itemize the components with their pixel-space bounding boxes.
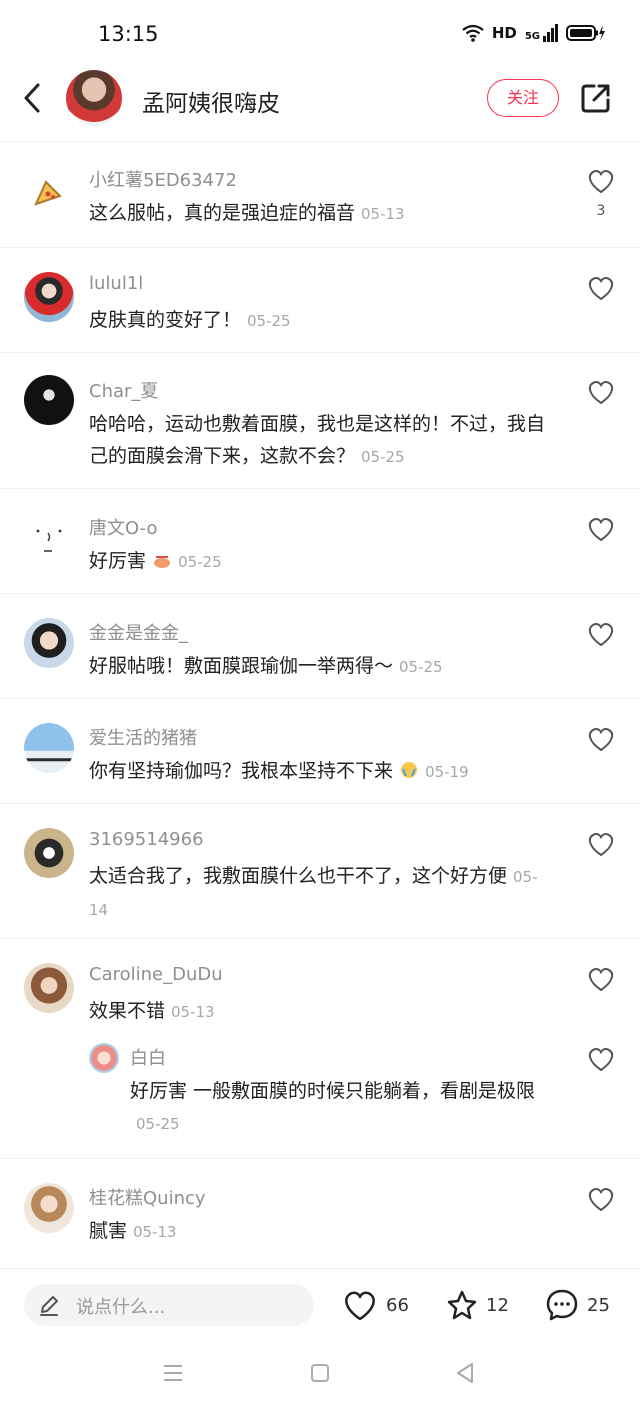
comment-date: 05-13 [171,1003,215,1021]
comment-username[interactable]: 爱生活的猪猪 [89,724,197,750]
pizza-icon [34,180,62,206]
like-icon[interactable] [586,514,616,544]
comment-text: 效果不错 05-13 [89,1000,215,1022]
comment-date: 05-25 [361,448,405,466]
like-icon[interactable] [586,273,616,303]
comment-item: Caroline_DuDu 效果不错 05-13 白白 好厉害 一般敷面膜的时候只… [0,939,640,1159]
like-icon[interactable] [586,1184,616,1214]
like-icon[interactable] [586,619,616,649]
status-time: 13:15 [98,22,159,46]
like-count: 3 [596,203,606,219]
share-icon[interactable] [580,82,612,114]
comment-date: 05-19 [425,763,469,781]
comment-text: 太适合我了，我敷面膜什么也干不了，这个好方便 05-14 [89,865,538,919]
comment-date: 05-13 [133,1223,177,1241]
collect-total: 12 [486,1294,509,1316]
comment-date: 05-25 [399,658,443,676]
comment-item: 金金是金金_ 好服帖哦！敷面膜跟瑜伽一举两得～ 05-25 [0,594,640,699]
comment-username[interactable]: Caroline_DuDu [89,964,223,985]
back-nav-icon[interactable] [455,1362,475,1384]
comment-username[interactable]: lulul1l [89,273,143,294]
reply-date: 05-25 [136,1115,180,1133]
comment-input[interactable]: 说点什么... [24,1284,314,1326]
comment-item: 桂花糕Quincy 腻害 05-13 [0,1159,640,1265]
star-icon [447,1290,477,1320]
comment-text: 这么服帖，真的是强迫症的福音 05-13 [89,202,405,224]
comment-list: 小红薯5ED63472 这么服帖，真的是强迫症的福音 05-13 3 lulul1… [0,142,640,1265]
status-bar: 13:15 HD 5G [0,0,640,64]
comment-text: 皮肤真的变好了！ 05-25 [89,309,291,331]
comment-item: lulul1l 皮肤真的变好了！ 05-25 [0,248,640,353]
user-avatar[interactable] [24,723,74,773]
like-icon[interactable] [586,166,616,196]
pen-icon [40,1296,58,1316]
comment-text: 你有坚持瑜伽吗？我根本坚持不下来 05-19 [89,760,469,782]
comment-date: 05-13 [361,205,405,223]
heart-icon [345,1291,375,1321]
comment-text: 哈哈哈，运动也敷着面膜，我也是这样的！不过，我自己的面膜会滑下来，这款不会？ 05… [89,413,546,467]
user-avatar[interactable] [24,513,74,563]
comment-item: 3169514966 太适合我了，我敷面膜什么也干不了，这个好方便 05-14 [0,804,640,939]
like-total: 66 [386,1294,409,1316]
user-avatar[interactable] [24,168,74,218]
like-icon[interactable] [586,724,616,754]
like-icon[interactable] [586,377,616,407]
back-icon[interactable] [20,82,46,114]
collect-button[interactable]: 12 [446,1286,509,1324]
network-type: HD [491,24,517,42]
comment-username[interactable]: Char_夏 [89,377,158,403]
comment-username[interactable]: 唐文O-o [89,514,158,540]
comment-item: 小红薯5ED63472 这么服帖，真的是强迫症的福音 05-13 3 [0,142,640,248]
comment-text: 好服帖哦！敷面膜跟瑜伽一举两得～ 05-25 [89,655,443,677]
comment-username[interactable]: 桂花糕Quincy [89,1184,206,1210]
system-nav-bar [0,1342,640,1407]
comment-username[interactable]: 3169514966 [89,829,204,850]
like-icon[interactable] [586,829,616,859]
top-bar: 孟阿姨很嗨皮 关注 [0,64,640,142]
battery-icon [566,25,605,41]
comment-username[interactable]: 小红薯5ED63472 [89,166,237,192]
reply-username[interactable]: 白白 [130,1044,166,1070]
comment-bubble-icon [546,1289,578,1321]
reply-like-icon[interactable] [586,1044,616,1074]
comment-button[interactable]: 25 [545,1286,610,1324]
signal-icon: 5G [525,24,558,42]
like-post-button[interactable]: 66 [342,1286,409,1324]
comment-item: Char_夏 哈哈哈，运动也敷着面膜，我也是这样的！不过，我自己的面膜会滑下来，… [0,353,640,489]
home-icon[interactable] [310,1363,330,1383]
cheers-emoji-icon [154,556,171,568]
crying-emoji-icon [401,762,418,778]
user-avatar[interactable] [24,272,74,322]
comment-date: 05-25 [247,312,291,330]
comment-total: 25 [587,1294,610,1316]
comment-item: 唐文O-o 好厉害 05-25 [0,489,640,594]
like-icon[interactable] [586,964,616,994]
user-avatar[interactable] [24,1183,74,1233]
user-avatar[interactable] [24,828,74,878]
comment-input-placeholder: 说点什么... [76,1297,166,1318]
status-icons: HD 5G [462,24,606,42]
user-avatar[interactable] [24,375,74,425]
comment-date: 05-25 [178,553,222,571]
reply-text: 好厉害 一般敷面膜的时候只能躺着，看剧是极限05-25 [130,1080,536,1133]
menu-icon[interactable] [162,1364,184,1382]
follow-button[interactable]: 关注 [487,79,559,117]
comment-username[interactable]: 金金是金金_ [89,619,188,645]
bottom-action-bar: 说点什么... 66 12 25 [0,1268,640,1342]
user-avatar[interactable] [24,618,74,668]
wifi-icon [462,24,484,42]
comment-item: 爱生活的猪猪 你有坚持瑜伽吗？我根本坚持不下来 05-19 [0,699,640,804]
comment-text: 好厉害 05-25 [89,550,222,572]
comment-text: 腻害 05-13 [89,1220,177,1242]
user-avatar[interactable] [24,963,74,1013]
sketch-face-icon [36,529,62,552]
author-avatar[interactable] [66,70,122,126]
reply-avatar[interactable] [89,1043,119,1073]
author-name[interactable]: 孟阿姨很嗨皮 [142,84,280,118]
